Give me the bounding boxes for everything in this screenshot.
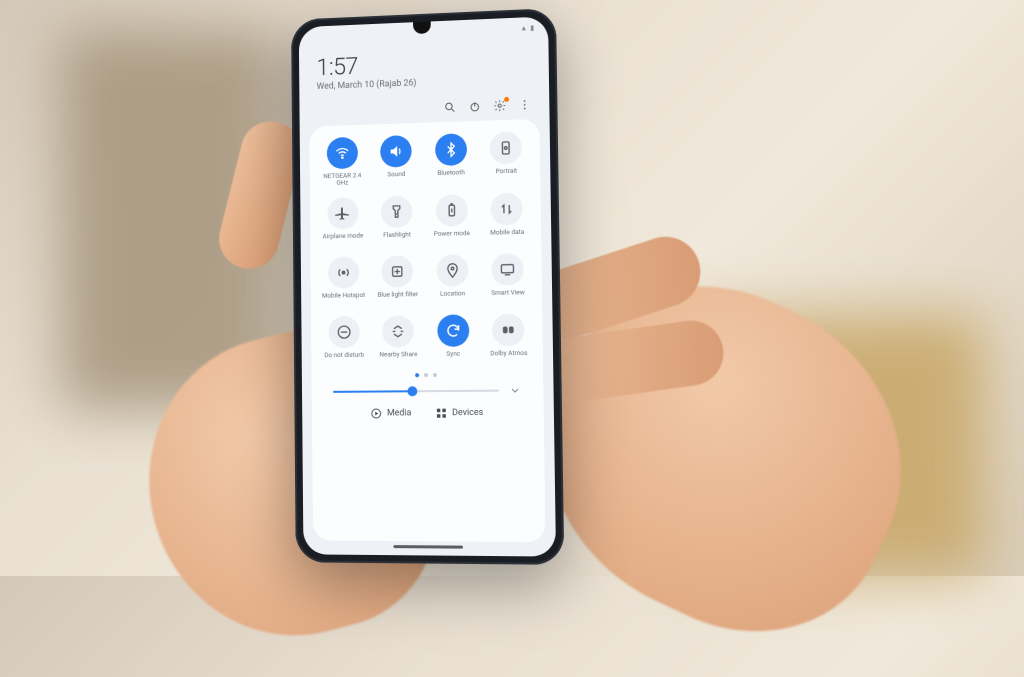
tile-label: NETGEAR 2.4 GHz [318,172,367,188]
tile-nearby[interactable]: Nearby Share [373,315,424,366]
devices-button[interactable]: Devices [435,407,483,419]
tile-dnd[interactable]: Do not disturb [319,316,370,366]
quick-settings-panel: NETGEAR 2.4 GHz Sound Bluetooth Portrait Air… [309,119,545,542]
tile-location[interactable]: Location [427,254,479,305]
nav-pill[interactable] [393,545,463,549]
dolby-icon[interactable] [492,313,525,346]
more-icon[interactable] [518,98,531,111]
tile-bluetooth[interactable]: Bluetooth [425,133,477,185]
tile-sound[interactable]: Sound [371,135,422,187]
tile-mobiledata[interactable]: Mobile data [481,192,533,243]
tile-label: Airplane mode [323,232,364,247]
bluelight-icon[interactable] [382,255,414,287]
tile-label: Portrait [495,168,517,183]
brightness-row [319,380,535,400]
smartview-icon[interactable] [491,253,524,286]
tile-dolby[interactable]: Dolby Atmos [482,313,534,364]
search-icon[interactable] [444,101,457,114]
nearby-icon[interactable] [382,315,414,347]
tile-label: Do not disturb [324,352,364,366]
bottom-buttons: Media Devices [320,398,536,429]
page-indicator[interactable] [319,372,535,378]
devices-label: Devices [452,408,483,418]
phone-frame: ▲ ▮ 1:57 Wed, March 10 (Rajab 26) NETGEA… [291,8,564,565]
mobiledata-icon[interactable] [491,193,524,226]
tile-label: Smart View [491,289,525,304]
tile-label: Sync [446,351,460,365]
flashlight-icon[interactable] [381,196,413,229]
sound-icon[interactable] [380,135,412,168]
location-icon[interactable] [436,254,468,287]
powermode-icon[interactable] [436,194,468,227]
devices-grid-icon [435,407,447,419]
pager-dot[interactable] [424,373,428,377]
tile-label: Power mode [434,230,470,245]
brightness-slider[interactable] [333,390,499,393]
bluetooth-icon[interactable] [435,133,467,166]
settings-gear-icon[interactable] [493,99,506,112]
power-icon[interactable] [468,100,481,113]
pager-dot[interactable] [433,373,437,377]
screen: ▲ ▮ 1:57 Wed, March 10 (Rajab 26) NETGEA… [299,16,556,556]
media-play-icon [370,407,382,419]
tile-powermode[interactable]: Power mode [426,194,478,245]
settings-badge [504,97,509,102]
wifi-icon[interactable] [326,137,357,169]
media-button[interactable]: Media [370,407,411,419]
dnd-icon[interactable] [328,316,359,348]
tile-label: Bluetooth [437,169,465,184]
tile-bluelight[interactable]: Blue light filter [372,255,423,306]
pager-dot[interactable] [415,373,419,377]
tile-label: Dolby Atmos [490,350,527,365]
status-battery-icon: ▮ [530,24,534,32]
tile-label: Blue light filter [377,291,418,306]
brightness-expand-icon[interactable] [509,384,521,396]
tile-grid: NETGEAR 2.4 GHz Sound Bluetooth Portrait Air… [317,131,535,366]
tile-sync[interactable]: Sync [427,314,479,365]
media-label: Media [387,408,412,418]
airplane-icon[interactable] [327,197,358,229]
nav-bar[interactable] [303,540,556,556]
tile-wifi[interactable]: NETGEAR 2.4 GHz [317,136,367,188]
tile-label: Mobile Hotspot [322,292,365,307]
tile-label: Location [440,290,465,304]
tile-label: Mobile data [490,229,524,244]
tile-airplane[interactable]: Airplane mode [318,197,368,248]
tile-portrait[interactable]: Portrait [480,131,532,184]
tile-flashlight[interactable]: Flashlight [371,195,422,246]
portrait-icon[interactable] [490,131,522,164]
tile-smartview[interactable]: Smart View [482,253,534,304]
sync-icon[interactable] [437,314,469,347]
tile-label: Flashlight [383,231,411,246]
tile-hotspot[interactable]: Mobile Hotspot [318,256,369,306]
tile-label: Sound [387,171,405,185]
hotspot-icon[interactable] [328,256,359,288]
tile-label: Nearby Share [379,351,417,365]
qs-header: 1:57 Wed, March 10 (Rajab 26) [299,34,549,100]
status-signal-icon: ▲ [520,24,527,32]
